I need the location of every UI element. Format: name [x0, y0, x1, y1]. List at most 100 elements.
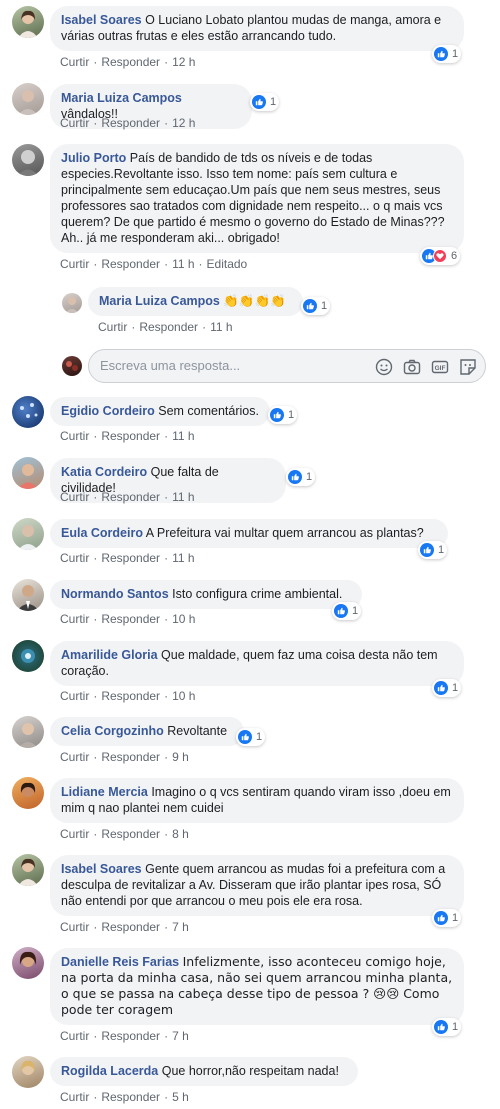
reply-button[interactable]: Responder	[101, 1090, 160, 1104]
comment-author[interactable]: Julio Porto	[61, 151, 126, 165]
timestamp[interactable]: 11 h	[210, 320, 232, 334]
like-button[interactable]: Curtir	[60, 920, 89, 934]
reaction-count[interactable]: 1	[236, 728, 266, 746]
camera-icon[interactable]	[403, 358, 421, 376]
timestamp[interactable]: 7 h	[172, 920, 189, 934]
reply-button[interactable]: Responder	[101, 55, 160, 69]
like-button[interactable]: Curtir	[60, 1029, 89, 1043]
comment-author[interactable]: Maria Luiza Campos	[61, 91, 182, 105]
timestamp[interactable]: 10 h	[172, 689, 195, 703]
reply-box[interactable]: GIF	[88, 349, 486, 383]
avatar[interactable]	[12, 396, 44, 428]
like-button[interactable]: Curtir	[60, 257, 89, 271]
like-button[interactable]: Curtir	[60, 827, 89, 841]
thumbs-up-icon	[434, 47, 448, 61]
reaction-count[interactable]: 1	[250, 93, 280, 111]
emoji-icon[interactable]	[375, 358, 393, 376]
gif-icon[interactable]: GIF	[431, 358, 449, 376]
thumbs-up-icon	[420, 543, 434, 557]
timestamp[interactable]: 7 h	[172, 1029, 189, 1043]
avatar[interactable]	[12, 1056, 44, 1088]
like-button[interactable]: Curtir	[60, 1090, 89, 1104]
avatar[interactable]	[12, 854, 44, 886]
comment-author[interactable]: Danielle Reis Farias	[61, 955, 179, 969]
reaction-count[interactable]: 1	[432, 45, 462, 63]
reaction-count[interactable]: 1	[268, 406, 298, 424]
like-button[interactable]: Curtir	[60, 490, 89, 504]
comment-text: A Prefeitura vai multar quem arrancou as…	[145, 526, 424, 540]
reply-button[interactable]: Responder	[101, 257, 160, 271]
current-user-avatar	[62, 356, 82, 376]
reaction-count[interactable]: 1	[332, 602, 362, 620]
comment-author[interactable]: Normando Santos	[61, 587, 169, 601]
comment-author[interactable]: Isabel Soares	[61, 13, 142, 27]
edited-label[interactable]: Editado	[207, 257, 248, 271]
avatar[interactable]	[12, 83, 44, 115]
timestamp[interactable]: 8 h	[172, 827, 189, 841]
timestamp[interactable]: 5 h	[172, 1090, 189, 1104]
timestamp[interactable]: 11 h	[172, 551, 194, 565]
like-button[interactable]: Curtir	[98, 320, 127, 334]
thumbs-up-icon	[252, 95, 266, 109]
reply-button[interactable]: Responder	[101, 920, 160, 934]
timestamp[interactable]: 10 h	[172, 612, 195, 626]
reply-input[interactable]	[100, 358, 350, 373]
thumbs-up-icon	[238, 730, 252, 744]
comment-author[interactable]: Amarilide Gloria	[61, 648, 158, 662]
avatar[interactable]	[62, 293, 82, 313]
reaction-count[interactable]: 1	[301, 297, 331, 315]
timestamp[interactable]: 9 h	[172, 750, 189, 764]
thumbs-up-icon	[434, 681, 448, 695]
avatar[interactable]	[12, 518, 44, 550]
comment-author[interactable]: Egidio Cordeiro	[61, 404, 155, 418]
timestamp[interactable]: 11 h	[172, 490, 194, 504]
avatar[interactable]	[12, 947, 44, 979]
reply-button[interactable]: Responder	[101, 750, 160, 764]
reaction-count[interactable]: 1	[432, 909, 462, 927]
like-button[interactable]: Curtir	[60, 429, 89, 443]
avatar[interactable]	[12, 457, 44, 489]
reply-button[interactable]: Responder	[101, 689, 160, 703]
reply-button[interactable]: Responder	[101, 1029, 160, 1043]
like-button[interactable]: Curtir	[60, 116, 89, 130]
reaction-count[interactable]: 1	[432, 1018, 462, 1036]
avatar[interactable]	[12, 640, 44, 672]
reply-button[interactable]: Responder	[101, 551, 160, 565]
avatar[interactable]	[12, 777, 44, 809]
like-button[interactable]: Curtir	[60, 689, 89, 703]
reaction-count[interactable]: 1	[286, 468, 316, 486]
comment-text: Revoltante	[167, 724, 228, 738]
comment-author[interactable]: Rogilda Lacerda	[61, 1064, 158, 1078]
avatar[interactable]	[12, 144, 44, 176]
like-button[interactable]: Curtir	[60, 612, 89, 626]
timestamp[interactable]: 11 h	[172, 429, 194, 443]
comment-author[interactable]: Katia Cordeiro	[61, 465, 147, 479]
comment-author[interactable]: Lidiane Mercia	[61, 785, 148, 799]
reply-button[interactable]: Responder	[101, 429, 160, 443]
comment-author[interactable]: Eula Cordeiro	[61, 526, 143, 540]
reply-button[interactable]: Responder	[101, 612, 160, 626]
thumbs-up-icon	[270, 408, 284, 422]
like-button[interactable]: Curtir	[60, 750, 89, 764]
timestamp[interactable]: 12 h	[172, 116, 195, 130]
avatar[interactable]	[12, 716, 44, 748]
avatar[interactable]	[12, 6, 44, 38]
reaction-count[interactable]: 6	[420, 247, 461, 265]
timestamp[interactable]: 12 h	[172, 55, 195, 69]
reply-button[interactable]: Responder	[101, 116, 160, 130]
comment-author[interactable]: Maria Luiza Campos	[99, 294, 220, 308]
like-button[interactable]: Curtir	[60, 55, 89, 69]
timestamp[interactable]: 11 h	[172, 257, 194, 271]
avatar[interactable]	[12, 579, 44, 611]
reply-button[interactable]: Responder	[139, 320, 198, 334]
comment-author[interactable]: Celia Corgozinho	[61, 724, 164, 738]
comment-text: Isto configura crime ambiental.	[172, 587, 343, 601]
heart-icon	[433, 249, 447, 263]
sticker-icon[interactable]	[459, 358, 477, 376]
like-button[interactable]: Curtir	[60, 551, 89, 565]
reply-button[interactable]: Responder	[101, 827, 160, 841]
reaction-count[interactable]: 1	[418, 541, 448, 559]
reaction-count[interactable]: 1	[432, 679, 462, 697]
comment-author[interactable]: Isabel Soares	[61, 862, 142, 876]
reply-button[interactable]: Responder	[101, 490, 160, 504]
